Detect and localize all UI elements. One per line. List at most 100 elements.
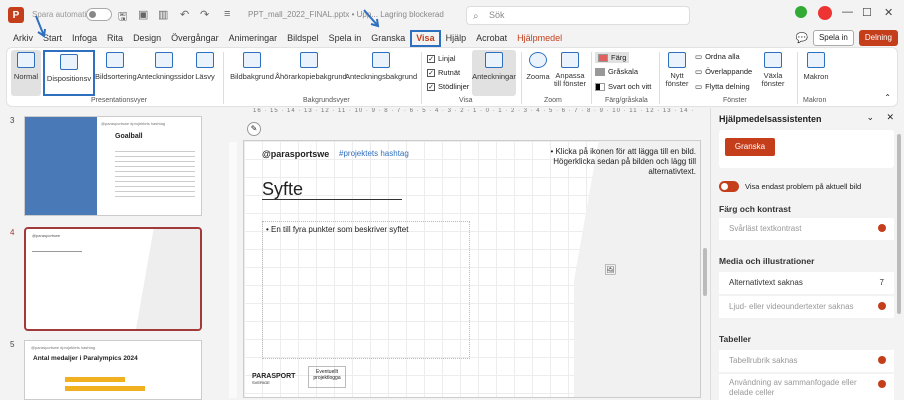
- avatar[interactable]: [818, 6, 832, 20]
- section-tables[interactable]: Tabeller: [719, 334, 751, 344]
- black-white-button[interactable]: Svart och vitt: [595, 82, 651, 91]
- separator: [421, 52, 422, 104]
- tab-bildspel[interactable]: Bildspel: [282, 30, 324, 47]
- tab-animeringar[interactable]: Animeringar: [224, 30, 283, 47]
- thumbnail-photo: [25, 117, 97, 215]
- quick-access-icon[interactable]: ▣: [138, 8, 148, 21]
- redo-icon[interactable]: ↷: [200, 8, 209, 21]
- cascade-icon: ▭: [695, 67, 703, 76]
- tab-granska[interactable]: Granska: [366, 30, 410, 47]
- insert-picture-icon[interactable]: 🖼: [604, 265, 617, 276]
- title-bar: P Spara automatiskt 🖫 ▣ ▥ ↶ ↷ ≡ PPT_mall…: [0, 0, 904, 30]
- switch-windows-button[interactable]: Växla fönster: [757, 50, 789, 96]
- minimize-icon[interactable]: —: [842, 6, 853, 18]
- customize-qa-icon[interactable]: ≡: [224, 8, 230, 20]
- section-media[interactable]: Media och illustrationer: [719, 256, 814, 266]
- pen-icon[interactable]: ✎: [247, 122, 261, 136]
- fit-to-window-button[interactable]: Anpassa till fönster: [553, 50, 587, 96]
- checkmark-icon: ✓: [427, 82, 435, 91]
- image-placeholder-area[interactable]: [574, 141, 700, 397]
- slide-handle[interactable]: @parasportswe: [262, 149, 329, 159]
- separator: [797, 52, 798, 104]
- slide-thumbnail-4[interactable]: @parasportswe: [24, 227, 202, 331]
- thumbnail-header: @parasportswe #projektets hashtag: [31, 345, 96, 350]
- pane-close-icon[interactable]: ✕: [886, 112, 894, 123]
- partner-logo-placeholder[interactable]: Eventuellt projektlogga: [308, 366, 346, 388]
- review-button[interactable]: Granska: [725, 138, 775, 156]
- cascade-button[interactable]: ▭ Överlappande: [695, 67, 752, 76]
- move-split-button[interactable]: ▭ Flytta delning: [695, 82, 750, 91]
- tab-hjälpmedel[interactable]: Hjälpmedel: [512, 30, 567, 47]
- save-icon[interactable]: 🖫: [118, 8, 127, 27]
- slide-editor: 16 · 15 · 14 · 13 · 12 · 11 · 10 · 9 · 8…: [215, 108, 710, 400]
- issue-row[interactable]: Ljud- eller videoundertexter saknas: [719, 296, 894, 318]
- issue-row[interactable]: Alternativtext saknas 7: [719, 272, 894, 294]
- tab-hjälp[interactable]: Hjälp: [441, 30, 472, 47]
- slide-thumbnail-5[interactable]: @parasportswe #projektets hashtag Antal …: [24, 340, 202, 400]
- gridlines-checkbox[interactable]: ✓ Rutnät: [427, 68, 460, 77]
- view-normal-button[interactable]: Normal: [11, 50, 41, 96]
- view-outline-button[interactable]: Dispositionsv: [43, 50, 95, 96]
- ruler-checkbox[interactable]: ✓ Linjal: [427, 54, 456, 63]
- checkmark-icon: ✓: [427, 54, 435, 63]
- search-input[interactable]: ⌕ Sök: [466, 6, 690, 25]
- close-icon[interactable]: ✕: [884, 6, 893, 19]
- color-button[interactable]: Färg: [595, 52, 630, 63]
- tab-arkiv[interactable]: Arkiv: [8, 30, 38, 47]
- issue-row[interactable]: Användning av sammanfogade eller delade …: [719, 374, 894, 400]
- document-title[interactable]: PPT_mall_2022_FINAL.pptx • Upp... Lagrin…: [248, 10, 444, 19]
- autosave-toggle[interactable]: [86, 8, 112, 21]
- group-label-macros: Makron: [803, 97, 827, 104]
- issue-row[interactable]: Tabellrubrik saknas: [719, 350, 894, 372]
- tab-start[interactable]: Start: [38, 30, 67, 47]
- tab-design[interactable]: Design: [128, 30, 166, 47]
- editor-scrollbar[interactable]: [703, 248, 707, 296]
- group-label-color: Färg/gråskala: [605, 97, 648, 104]
- macros-icon: [807, 52, 825, 68]
- record-button[interactable]: Spela in: [812, 30, 854, 46]
- maximize-icon[interactable]: ☐: [862, 6, 872, 19]
- slide-title[interactable]: Syfte: [262, 179, 303, 200]
- new-window-button[interactable]: Nytt fönster: [663, 50, 691, 96]
- grayscale-button[interactable]: Gråskala: [595, 67, 638, 76]
- guides-checkbox[interactable]: ✓ Stödlinjer: [427, 82, 469, 91]
- current-slide-toggle[interactable]: [719, 181, 739, 192]
- arrange-all-button[interactable]: ▭ Ordna alla: [695, 52, 740, 61]
- tab-infoga[interactable]: Infoga: [67, 30, 102, 47]
- separator: [591, 52, 592, 104]
- view-reading-button[interactable]: Läsvy: [193, 50, 217, 96]
- view-notes-page-button[interactable]: Anteckningssidor: [137, 50, 194, 96]
- notes-master-button[interactable]: Anteckningsbakgrund: [345, 50, 417, 96]
- slide-canvas[interactable]: @parasportswe #projektets hashtag Syfte …: [243, 140, 701, 398]
- thumbnail-bar: [65, 386, 145, 391]
- comments-icon[interactable]: 💬: [795, 33, 807, 44]
- slide-master-button[interactable]: Bildbakgrund: [229, 50, 275, 96]
- pane-scrollbar[interactable]: [897, 134, 901, 314]
- share-button[interactable]: Delning: [858, 30, 898, 46]
- tab-spela-in[interactable]: Spela in: [324, 30, 367, 47]
- slide-bullet[interactable]: • En till fyra punkter som beskriver syf…: [266, 225, 408, 234]
- pane-options-icon[interactable]: ⌄: [866, 112, 874, 123]
- zoom-button[interactable]: Zooma: [525, 50, 551, 96]
- tab-acrobat[interactable]: Acrobat: [471, 30, 512, 47]
- slide-number: 4: [10, 228, 15, 237]
- handout-master-button[interactable]: Åhörarkopiebakgrund: [275, 50, 347, 96]
- content-placeholder[interactable]: [262, 221, 470, 359]
- issue-row[interactable]: Svårläst textkontrast: [719, 218, 894, 240]
- slide-number: 3: [10, 116, 15, 125]
- image-hint-text[interactable]: • Klicka på ikonen för att lägga till en…: [528, 147, 696, 177]
- notes-icon: [485, 52, 503, 68]
- slide-thumbnail-3[interactable]: @parasportswe #projektets hashtag Goalba…: [24, 116, 202, 216]
- tab-övergångar[interactable]: Övergångar: [166, 30, 224, 47]
- quick-access-icon-2[interactable]: ▥: [158, 8, 168, 21]
- notes-button[interactable]: Anteckningar: [472, 50, 516, 96]
- tab-rita[interactable]: Rita: [102, 30, 128, 47]
- view-slide-sorter-button[interactable]: Bildsortering: [95, 50, 137, 96]
- undo-icon[interactable]: ↶: [180, 8, 189, 21]
- tab-visa[interactable]: Visa: [410, 30, 441, 47]
- collapse-ribbon-icon[interactable]: ⌃: [884, 93, 891, 102]
- copilot-icon[interactable]: [795, 6, 807, 18]
- slide-hashtag[interactable]: #projektets hashtag: [339, 149, 409, 158]
- section-color-contrast[interactable]: Färg och kontrast: [719, 204, 791, 214]
- macros-button[interactable]: Makron: [801, 50, 831, 96]
